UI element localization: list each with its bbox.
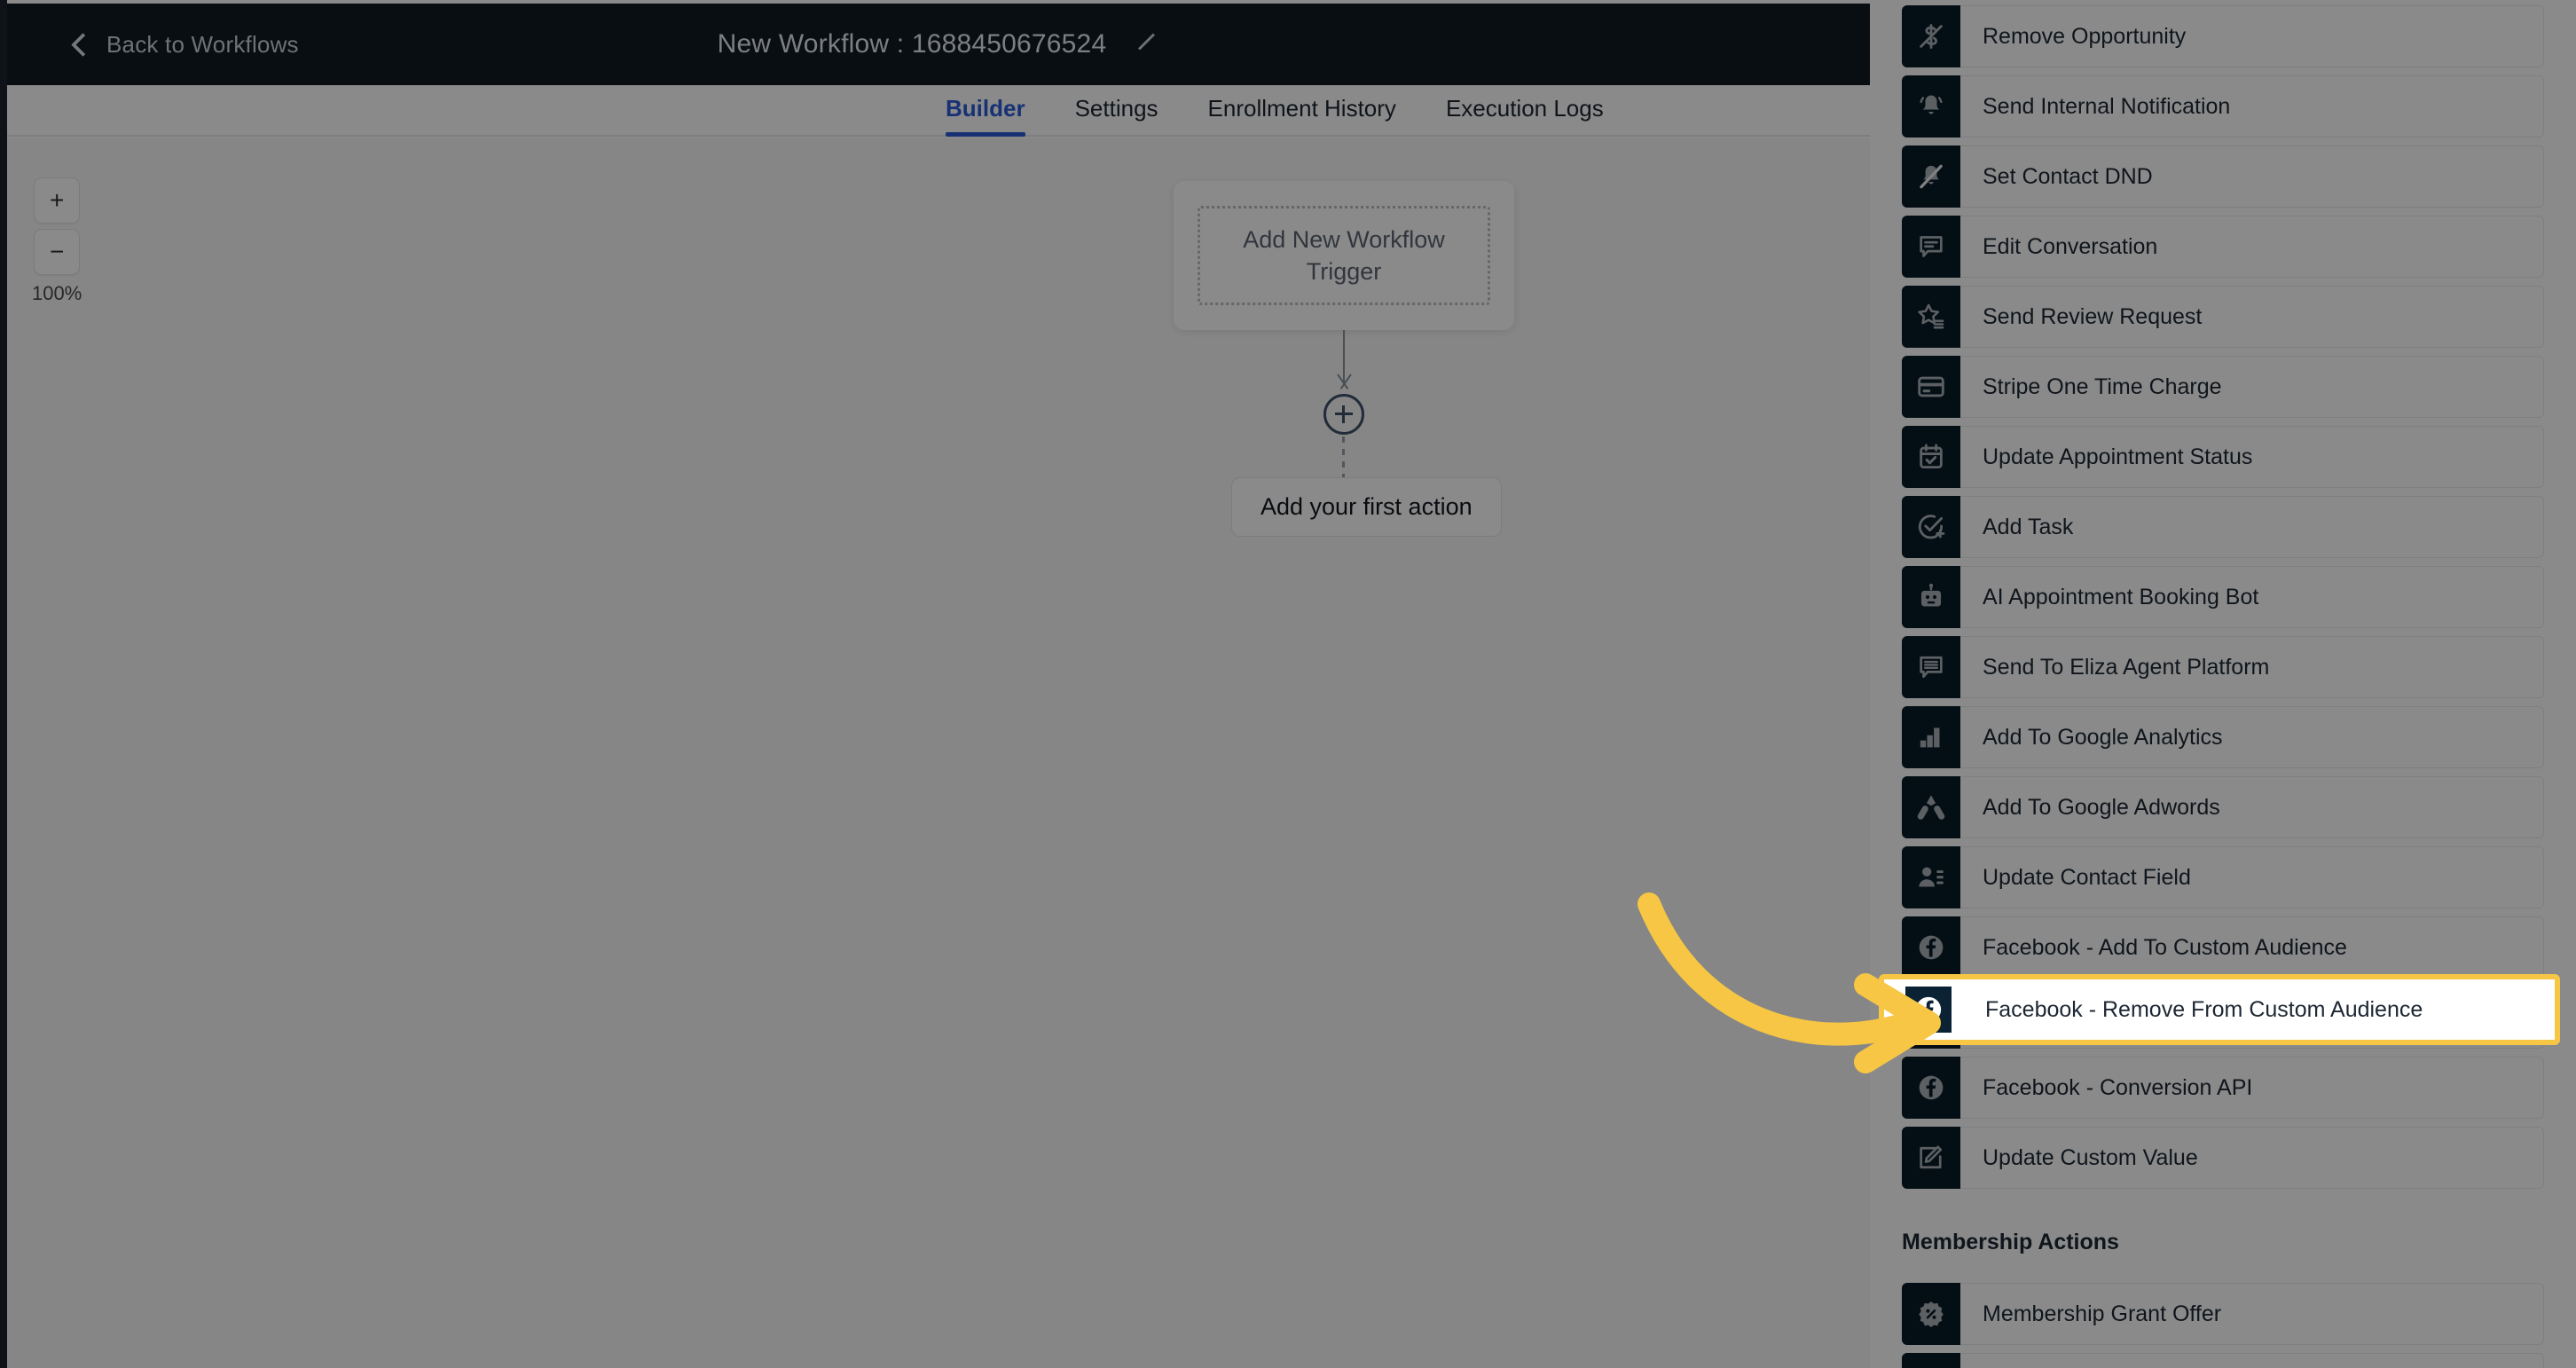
tab-execution-logs[interactable]: Execution Logs [1446, 95, 1604, 135]
action-item-stripe-one-time-charge[interactable]: Stripe One Time Charge [1902, 356, 2544, 418]
tab-settings[interactable]: Settings [1075, 95, 1158, 135]
bell-icon [1902, 75, 1960, 138]
action-item-edit-conversation[interactable]: Edit Conversation [1902, 216, 2544, 278]
page-title: New Workflow : 1688450676524 [717, 29, 1107, 59]
action-item-label: Send To Eliza Agent Platform [1983, 654, 2270, 680]
badge-percent-icon [1902, 1353, 1960, 1368]
action-item-set-contact-dnd[interactable]: Set Contact DND [1902, 145, 2544, 208]
screen-root: Back to Workflows New Workflow : 1688450… [0, 0, 2576, 1368]
robot-icon [1902, 566, 1960, 628]
action-item-label: Facebook - Conversion API [1983, 1074, 2253, 1100]
zoom-in-button[interactable]: + [34, 177, 81, 224]
star-list-icon [1902, 286, 1960, 348]
zoom-out-button[interactable]: − [34, 229, 81, 275]
action-item-label: Facebook - Remove From Custom Audience [1985, 996, 2423, 1022]
bell-off-icon [1902, 145, 1960, 208]
action-item-[interactable] [1902, 1353, 2544, 1368]
action-item-update-custom-value[interactable]: Update Custom Value [1902, 1127, 2544, 1189]
action-item-label: Add To Google Analytics [1983, 724, 2223, 750]
action-item-update-appointment-status[interactable]: Update Appointment Status [1902, 426, 2544, 488]
action-item-remove-opportunity[interactable]: Remove Opportunity [1902, 5, 2544, 67]
add-workflow-trigger-card[interactable]: Add New Workflow Trigger [1174, 181, 1514, 330]
top-bar: Back to Workflows New Workflow : 1688450… [7, 4, 1870, 85]
action-item-membership-grant-offer[interactable]: Membership Grant Offer [1902, 1283, 2544, 1345]
back-to-workflows-button[interactable]: Back to Workflows [67, 31, 299, 59]
adwords-icon [1902, 776, 1960, 838]
action-item-send-internal-notification[interactable]: Send Internal Notification [1902, 75, 2544, 138]
action-item-send-review-request[interactable]: Send Review Request [1902, 286, 2544, 348]
action-item-update-contact-field[interactable]: Update Contact Field [1902, 846, 2544, 908]
action-item-ai-appointment-booking-bot[interactable]: AI Appointment Booking Bot [1902, 566, 2544, 628]
money-off-icon [1902, 5, 1960, 67]
chat-lines-icon [1902, 636, 1960, 698]
left-edge-gutter [0, 0, 7, 1368]
action-item-label: Send Review Request [1983, 303, 2203, 329]
add-workflow-trigger-label: Add New Workflow Trigger [1198, 206, 1490, 305]
actions-list: Remove Opportunity Send Internal Notifica… [1870, 0, 2576, 1368]
zoom-level-label: 100% [32, 282, 82, 304]
connector-arrow-icon [1331, 374, 1357, 390]
action-item-add-to-google-analytics[interactable]: Add To Google Analytics [1902, 706, 2544, 768]
workflow-canvas[interactable]: + − 100% Add New Workflow Trigger Add yo… [7, 138, 1870, 1368]
facebook-icon [1905, 987, 1952, 1033]
action-item-label: Membership Grant Offer [1983, 1301, 2222, 1326]
facebook-icon [1902, 916, 1960, 979]
pencil-icon[interactable] [1136, 33, 1159, 56]
action-item-facebook-remove-from-custom-audience[interactable]: Facebook - Remove From Custom Audience [1905, 987, 2537, 1033]
tab-builder[interactable]: Builder [946, 95, 1025, 137]
action-item-label: Stripe One Time Charge [1983, 373, 2222, 399]
workflow-app-area: Back to Workflows New Workflow : 1688450… [7, 0, 1870, 1368]
action-item-label: Update Appointment Status [1983, 444, 2253, 469]
action-item-label: Facebook - Add To Custom Audience [1983, 934, 2347, 960]
check-circle-plus-icon [1902, 496, 1960, 558]
chat-edit-icon [1902, 216, 1960, 278]
badge-percent-icon [1902, 1283, 1960, 1345]
action-item-facebook-add-to-custom-audience[interactable]: Facebook - Add To Custom Audience [1902, 916, 2544, 979]
action-item-label: Update Contact Field [1983, 864, 2191, 890]
chevron-left-icon [67, 33, 90, 56]
action-item-label: Edit Conversation [1983, 233, 2158, 259]
action-item-facebook-conversion-api[interactable]: Facebook - Conversion API [1902, 1057, 2544, 1119]
action-item-label: Update Custom Value [1983, 1144, 2198, 1170]
action-item-send-to-eliza-agent-platform[interactable]: Send To Eliza Agent Platform [1902, 636, 2544, 698]
tab-bar: Builder Settings Enrollment History Exec… [7, 85, 1870, 137]
edit-square-icon [1902, 1127, 1960, 1189]
action-item-label: Set Contact DND [1983, 163, 2153, 189]
facebook-icon [1902, 1057, 1960, 1119]
credit-card-icon [1902, 356, 1960, 418]
action-item-label: Add To Google Adwords [1983, 794, 2220, 820]
action-item-label: Send Internal Notification [1983, 93, 2231, 119]
zoom-controls: + − 100% [32, 177, 82, 305]
contact-field-icon [1902, 846, 1960, 908]
add-first-action-button[interactable]: Add your first action [1231, 477, 1502, 537]
tab-enrollment-history[interactable]: Enrollment History [1208, 95, 1396, 135]
actions-panel[interactable]: Remove Opportunity Send Internal Notifica… [1870, 0, 2576, 1368]
action-item-label: Add Task [1983, 514, 2074, 539]
action-item-add-task[interactable]: Add Task [1902, 496, 2544, 558]
action-item-label: AI Appointment Booking Bot [1983, 584, 2259, 609]
action-item-add-to-google-adwords[interactable]: Add To Google Adwords [1902, 776, 2544, 838]
analytics-steps-icon [1902, 706, 1960, 768]
dashed-connector [1342, 436, 1345, 479]
action-item-label: Remove Opportunity [1983, 23, 2187, 49]
calendar-check-icon [1902, 426, 1960, 488]
section-heading-membership-actions: Membership Actions [1902, 1230, 2119, 1254]
plus-circle-icon[interactable] [1323, 394, 1364, 435]
back-to-workflows-label: Back to Workflows [106, 30, 299, 58]
